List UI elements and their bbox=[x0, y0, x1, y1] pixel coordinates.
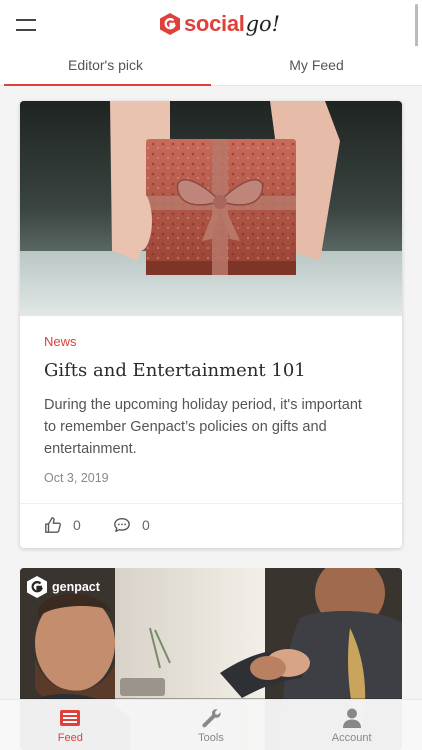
gift-box-photo[interactable] bbox=[20, 101, 402, 316]
feed-tabs: Editor's pick My Feed bbox=[0, 46, 422, 86]
tab-my-feed[interactable]: My Feed bbox=[211, 46, 422, 85]
brand-badge: genpact bbox=[27, 576, 100, 598]
feed-icon bbox=[60, 710, 81, 726]
nav-tools[interactable]: Tools bbox=[141, 700, 282, 750]
like-button[interactable]: 0 bbox=[44, 516, 81, 534]
nav-account-label: Account bbox=[331, 732, 372, 744]
person-icon bbox=[342, 708, 361, 728]
genpact-logo-icon bbox=[27, 576, 47, 598]
nav-account[interactable]: Account bbox=[281, 700, 422, 750]
comment-count: 0 bbox=[142, 517, 150, 533]
gift-box-illustration bbox=[20, 101, 402, 316]
brand-name: genpact bbox=[52, 580, 100, 594]
bottom-navigation: Feed Tools Account bbox=[0, 699, 422, 750]
thumbs-up-icon bbox=[45, 517, 61, 533]
app-header: social go! bbox=[0, 0, 422, 60]
nav-tools-label: Tools bbox=[198, 732, 224, 744]
post-date: Oct 3, 2019 bbox=[44, 471, 109, 485]
card-title[interactable]: Gifts and Entertainment 101 bbox=[44, 360, 306, 381]
logo-suffix: go! bbox=[245, 12, 281, 36]
hamburger-icon[interactable] bbox=[16, 17, 36, 31]
feed-card[interactable]: News Gifts and Entertainment 101 During … bbox=[20, 101, 402, 548]
nav-feed[interactable]: Feed bbox=[0, 700, 141, 750]
card-actions: 0 0 bbox=[20, 503, 402, 548]
tab-editors-pick[interactable]: Editor's pick bbox=[0, 46, 211, 86]
wrench-icon bbox=[202, 709, 221, 728]
comment-button[interactable]: 0 bbox=[113, 516, 150, 534]
logo-text: social bbox=[184, 11, 245, 36]
app-logo: social go! bbox=[160, 7, 280, 41]
card-body: News Gifts and Entertainment 101 During … bbox=[20, 316, 402, 503]
like-count: 0 bbox=[73, 517, 81, 533]
logo-mark-icon bbox=[160, 13, 180, 35]
nav-feed-label: Feed bbox=[57, 732, 83, 744]
category-label[interactable]: News bbox=[44, 334, 77, 349]
card-summary: During the upcoming holiday period, it's… bbox=[44, 397, 362, 457]
speech-bubble-icon bbox=[114, 518, 130, 532]
